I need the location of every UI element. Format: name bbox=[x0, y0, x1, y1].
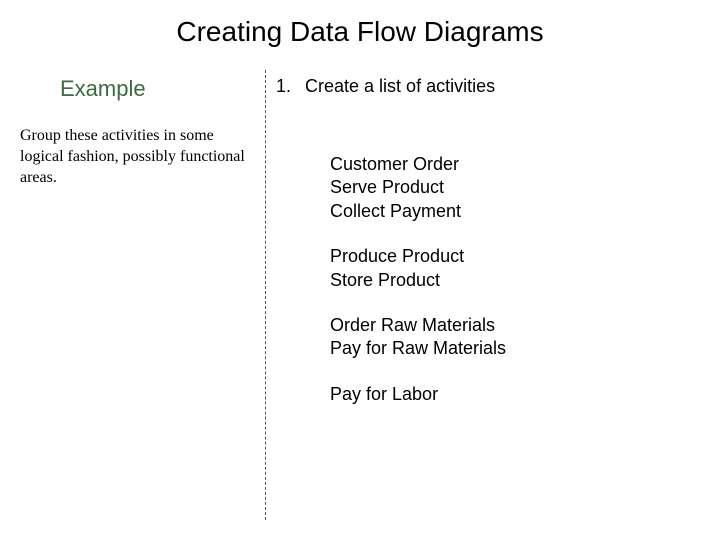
step-heading: 1. Create a list of activities bbox=[276, 76, 700, 97]
activity-item: Order Raw Materials bbox=[330, 314, 700, 337]
step-number: 1. bbox=[276, 76, 300, 97]
activity-group: Produce Product Store Product bbox=[330, 245, 700, 292]
activity-item: Collect Payment bbox=[330, 200, 700, 223]
activity-item: Store Product bbox=[330, 269, 700, 292]
right-column: 1. Create a list of activities Customer … bbox=[266, 58, 700, 520]
activity-item: Pay for Labor bbox=[330, 383, 700, 406]
activity-group: Pay for Labor bbox=[330, 383, 700, 406]
activity-item: Produce Product bbox=[330, 245, 700, 268]
activity-item: Serve Product bbox=[330, 176, 700, 199]
activity-item: Pay for Raw Materials bbox=[330, 337, 700, 360]
content-area: Example Group these activities in some l… bbox=[0, 58, 720, 520]
step-text: Create a list of activities bbox=[305, 76, 495, 96]
left-column: Example Group these activities in some l… bbox=[20, 58, 265, 520]
slide-title: Creating Data Flow Diagrams bbox=[0, 0, 720, 58]
activity-group: Customer Order Serve Product Collect Pay… bbox=[330, 153, 700, 223]
activity-item: Customer Order bbox=[330, 153, 700, 176]
subtitle: Example bbox=[60, 76, 265, 102]
activity-group: Order Raw Materials Pay for Raw Material… bbox=[330, 314, 700, 361]
instruction-note: Group these activities in some logical f… bbox=[20, 126, 265, 188]
